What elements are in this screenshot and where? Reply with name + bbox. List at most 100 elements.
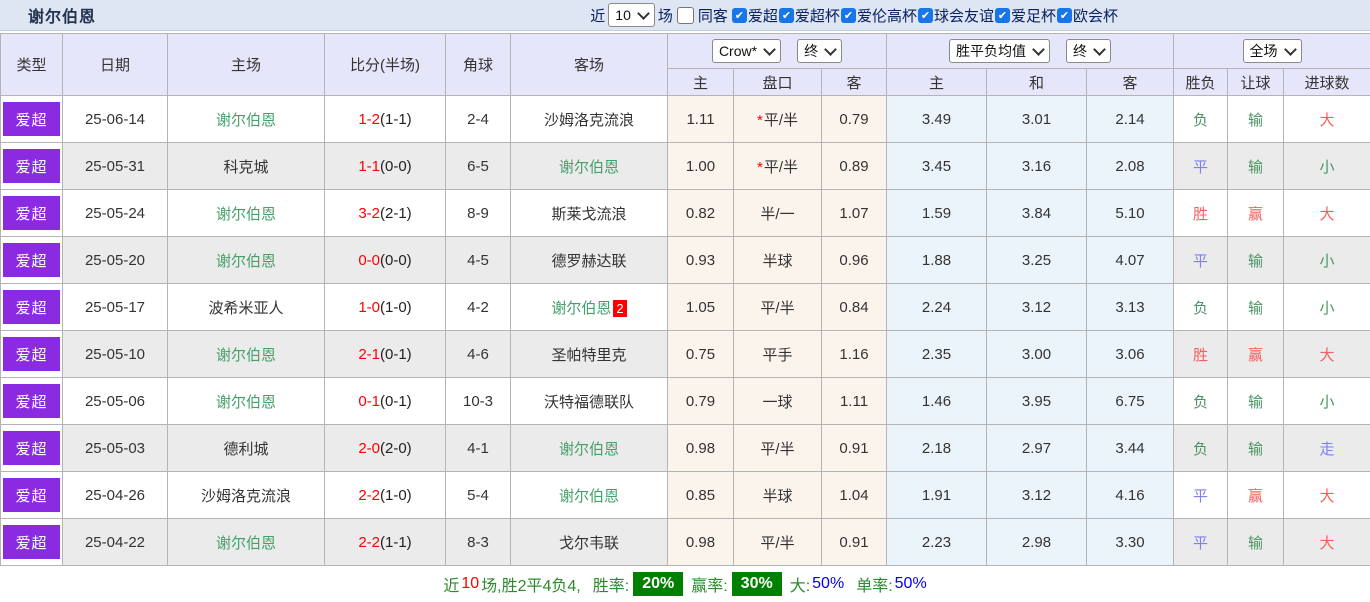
handicap-result: 输 [1228,96,1284,143]
ah-away-odds: 0.79 [822,96,887,143]
corner-cell: 4-5 [446,237,511,284]
score-cell: 2-2(1-1) [325,519,446,566]
league-cell: 爱超 [1,519,63,566]
col-header-score: 比分(半场) [325,34,446,96]
ah-home-odds: 0.98 [668,519,734,566]
eu-draw-odds: 2.97 [987,425,1087,472]
league-badge: 爱超 [3,196,60,230]
wdl-result: 负 [1174,378,1228,425]
competition-checkbox-5[interactable]: ✔ [1057,8,1072,23]
goals-result: 走 [1284,425,1370,472]
competition-checkbox-2[interactable]: ✔ [841,8,856,23]
away-team-name: 德罗赫达联 [551,253,626,270]
away-team-cell: 圣帕特里克 [511,331,668,378]
eu-home-odds: 2.35 [887,331,987,378]
league-cell: 爱超 [1,284,63,331]
ah-line: 半球 [734,237,822,284]
league-cell: 爱超 [1,331,63,378]
wdl-result: 平 [1174,237,1228,284]
league-cell: 爱超 [1,237,63,284]
home-team-name: 谢尔伯恩 [216,206,276,223]
league-badge: 爱超 [3,149,60,183]
eu-away-odds: 5.10 [1087,190,1174,237]
competition-checkbox-3[interactable]: ✔ [918,8,933,23]
competition-checkbox-1[interactable]: ✔ [779,8,794,23]
eu-home-odds: 1.88 [887,237,987,284]
ah-line: 半/一 [734,190,822,237]
corner-cell: 4-6 [446,331,511,378]
home-team-cell: 沙姆洛克流浪 [168,472,325,519]
wdl-result: 平 [1174,519,1228,566]
col-header-goals: 进球数 [1284,69,1370,96]
summary-prefix: 近 [443,572,459,596]
goals-result: 大 [1284,190,1370,237]
table-row: 爱超25-04-22谢尔伯恩2-2(1-1)8-3戈尔韦联0.98平/半0.91… [1,519,1370,566]
chevron-down-icon [824,43,837,56]
odds-company-select[interactable]: Crow* [712,39,781,63]
scope-select[interactable]: 全场 [1243,39,1302,63]
halftime-score: (0-1) [380,346,412,363]
eu-home-odds: 1.59 [887,190,987,237]
table-row: 爱超25-05-10谢尔伯恩2-1(0-1)4-6圣帕特里克0.75平手1.16… [1,331,1370,378]
ah-home-odds: 1.00 [668,143,734,190]
eu-away-odds: 3.06 [1087,331,1174,378]
europe-odds-value: 胜平负均值 [956,41,1026,61]
ah-away-odds: 1.07 [822,190,887,237]
halftime-score: (0-0) [380,158,412,175]
eu-away-odds: 3.30 [1087,519,1174,566]
fulltime-score: 3-2 [358,205,380,222]
ah-away-odds: 0.91 [822,519,887,566]
league-cell: 爱超 [1,190,63,237]
competition-label-2: 爱伦高杯 [857,5,917,26]
big-label: 大: [790,572,810,596]
summary-text: 场,胜2平4负4, [481,572,581,596]
fulltime-score: 1-0 [358,299,380,316]
recent-count-value: 10 [615,7,631,23]
top-bar: 谢尔伯恩 近 10 场 同客 ✔ 爱超 ✔ 爱超杯 ✔ 爱伦高杯 ✔ 球会友谊 … [0,0,1370,31]
ah-home-odds: 0.75 [668,331,734,378]
ah-odds-time-select[interactable]: 终 [797,39,842,63]
ah-home-odds: 0.85 [668,472,734,519]
away-team-cell: 谢尔伯恩 [511,472,668,519]
league-badge: 爱超 [3,525,60,559]
home-team-cell: 科克城 [168,143,325,190]
europe-odds-select[interactable]: 胜平负均值 [949,39,1050,63]
away-team-name: 谢尔伯恩 [559,488,619,505]
ah-away-odds: 1.16 [822,331,887,378]
eu-draw-odds: 3.95 [987,378,1087,425]
league-cell: 爱超 [1,472,63,519]
goals-result: 大 [1284,96,1370,143]
recent-count-select[interactable]: 10 [608,3,655,27]
score-cell: 0-0(0-0) [325,237,446,284]
line-change-star: * [757,159,763,176]
page-title: 谢尔伯恩 [28,3,96,27]
chevron-down-icon [1093,43,1106,56]
halftime-score: (1-0) [380,487,412,504]
league-badge: 爱超 [3,478,60,512]
competition-label-3: 球会友谊 [934,5,994,26]
ah-away-odds: 1.04 [822,472,887,519]
competition-checkbox-4[interactable]: ✔ [995,8,1010,23]
eu-home-odds: 3.49 [887,96,987,143]
filter-controls: 近 10 场 同客 ✔ 爱超 ✔ 爱超杯 ✔ 爱伦高杯 ✔ 球会友谊 ✔ 爱足杯… [587,3,1118,27]
eu-odds-time-select[interactable]: 终 [1066,39,1111,63]
line-change-star: * [757,112,763,129]
away-team-name: 谢尔伯恩 [559,159,619,176]
table-row: 爱超25-05-03德利城2-0(2-0)4-1谢尔伯恩0.98平/半0.912… [1,425,1370,472]
ah-line: *平/半 [734,143,822,190]
ah-line: 平/半 [734,284,822,331]
wdl-result: 胜 [1174,331,1228,378]
ah-odds-time-value: 终 [804,41,818,61]
col-header-date: 日期 [63,34,168,96]
away-team-cell: 谢尔伯恩 [511,425,668,472]
same-opponent-checkbox[interactable] [677,7,694,24]
wdl-result: 平 [1174,143,1228,190]
profit-rate-label: 赢率: [691,572,727,596]
recent-label: 近 [590,5,605,26]
ah-line: *平/半 [734,96,822,143]
competition-checkbox-0[interactable]: ✔ [732,8,747,23]
eu-draw-odds: 2.98 [987,519,1087,566]
halftime-score: (1-1) [380,111,412,128]
ah-line: 一球 [734,378,822,425]
profit-rate-badge: 30% [732,572,782,596]
